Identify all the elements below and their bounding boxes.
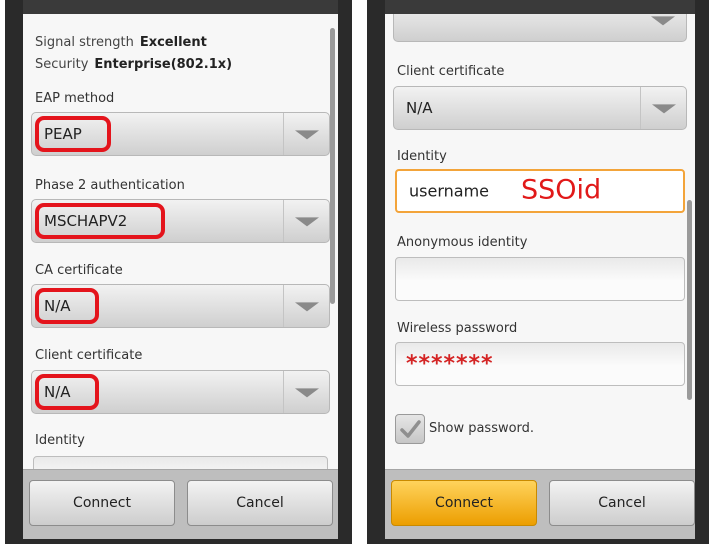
anonymous-identity-label: Anonymous identity bbox=[397, 235, 528, 250]
show-password-checkbox[interactable] bbox=[395, 414, 425, 444]
wifi-config-dialog: Client certificate N/A Identity username… bbox=[385, 14, 695, 539]
identity-input[interactable] bbox=[33, 456, 328, 469]
client-certificate-value: N/A bbox=[406, 99, 433, 117]
wireless-password-input[interactable]: ******* bbox=[395, 342, 685, 386]
wifi-config-dialog: Signal strength Excellent Security Enterpr… bbox=[23, 14, 338, 539]
client-certificate-spinner[interactable]: N/A bbox=[393, 86, 687, 130]
dropdown-arrow-icon bbox=[283, 285, 329, 327]
dropdown-arrow-icon bbox=[283, 200, 329, 242]
phase2-auth-spinner[interactable]: MSCHAPV2 bbox=[31, 199, 330, 243]
dialog-scroll-area[interactable]: Client certificate N/A Identity username… bbox=[385, 14, 695, 469]
dropdown-arrow-icon bbox=[640, 87, 686, 129]
identity-input[interactable]: username SSOid bbox=[395, 169, 685, 213]
security-value: Enterprise(802.1x) bbox=[94, 57, 233, 72]
wireless-password-label: Wireless password bbox=[397, 321, 518, 336]
ca-certificate-label: CA certificate bbox=[35, 263, 123, 278]
dropdown-arrow-icon bbox=[640, 14, 686, 41]
previous-spinner[interactable] bbox=[393, 14, 687, 42]
client-certificate-spinner[interactable]: N/A bbox=[31, 370, 330, 414]
eap-method-label: EAP method bbox=[35, 91, 115, 106]
wifi-dialog-screen-left: Signal strength Excellent Security Enterpr… bbox=[5, 0, 352, 544]
wifi-dialog-screen-right: Client certificate N/A Identity username… bbox=[367, 0, 709, 544]
signal-strength-label: Signal strength bbox=[35, 35, 134, 50]
connect-button[interactable]: Connect bbox=[391, 480, 537, 526]
cancel-button[interactable]: Cancel bbox=[187, 480, 333, 526]
cancel-button[interactable]: Cancel bbox=[549, 480, 695, 526]
signal-strength-value: Excellent bbox=[139, 35, 207, 50]
ca-certificate-spinner[interactable]: N/A bbox=[31, 284, 330, 328]
dialog-title-bar bbox=[23, 0, 338, 14]
dialog-button-bar: Connect Cancel bbox=[385, 469, 695, 539]
security-row: Security Enterprise(802.1x) bbox=[35, 57, 232, 72]
password-masked-value: ******* bbox=[406, 351, 494, 377]
connect-button[interactable]: Connect bbox=[29, 480, 175, 526]
identity-label: Identity bbox=[397, 149, 447, 164]
phase2-auth-value: MSCHAPV2 bbox=[44, 212, 128, 230]
dropdown-arrow-icon bbox=[283, 371, 329, 413]
client-certificate-label: Client certificate bbox=[397, 64, 505, 79]
scrollbar-thumb[interactable] bbox=[330, 28, 335, 304]
identity-label: Identity bbox=[35, 433, 85, 448]
signal-strength-row: Signal strength Excellent bbox=[35, 35, 207, 50]
client-certificate-value: N/A bbox=[44, 383, 71, 401]
checkmark-icon bbox=[400, 420, 421, 438]
phase2-auth-label: Phase 2 authentication bbox=[35, 178, 185, 193]
ca-certificate-value: N/A bbox=[44, 297, 71, 315]
eap-method-value: PEAP bbox=[44, 125, 82, 143]
identity-value: username bbox=[409, 181, 489, 201]
dialog-button-bar: Connect Cancel bbox=[23, 469, 338, 539]
scrollbar-thumb[interactable] bbox=[687, 200, 692, 400]
ssoid-annotation: SSOid bbox=[521, 174, 602, 206]
show-password-label: Show password. bbox=[429, 421, 535, 436]
anonymous-identity-input[interactable] bbox=[395, 257, 685, 301]
client-certificate-label: Client certificate bbox=[35, 348, 143, 363]
eap-method-spinner[interactable]: PEAP bbox=[31, 112, 330, 156]
dropdown-arrow-icon bbox=[283, 113, 329, 155]
dialog-title-bar bbox=[385, 0, 695, 14]
dialog-scroll-area[interactable]: Signal strength Excellent Security Enterpr… bbox=[23, 14, 338, 469]
security-label: Security bbox=[35, 57, 89, 72]
